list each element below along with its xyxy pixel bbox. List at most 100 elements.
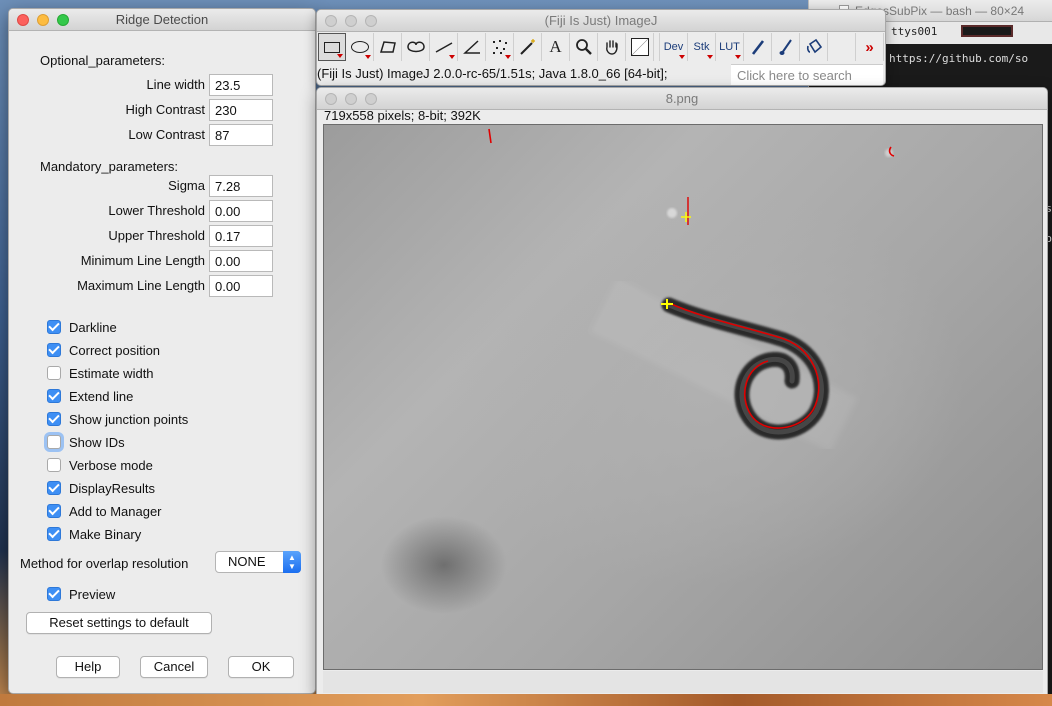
minimize-button[interactable] bbox=[345, 15, 357, 27]
verbose-mode-checkbox[interactable]: Verbose mode bbox=[47, 456, 153, 474]
rectangle-tool-icon[interactable] bbox=[318, 33, 346, 61]
junction-point-icon bbox=[681, 212, 691, 222]
cancel-button[interactable]: Cancel bbox=[140, 656, 208, 678]
checkbox-unchecked-icon bbox=[47, 458, 61, 472]
image-scroll-strip[interactable] bbox=[323, 671, 1043, 693]
high-contrast-input[interactable] bbox=[209, 99, 273, 121]
show-junction-points-checkbox[interactable]: Show junction points bbox=[47, 410, 188, 428]
checkbox-checked-icon bbox=[47, 587, 61, 601]
point-tool-icon[interactable] bbox=[486, 33, 514, 61]
display-results-checkbox[interactable]: DisplayResults bbox=[47, 479, 155, 497]
checkbox-checked-icon bbox=[47, 527, 61, 541]
dev-menu-icon[interactable]: Dev bbox=[660, 33, 688, 61]
blank-tool-icon[interactable] bbox=[828, 33, 856, 61]
oval-tool-icon[interactable] bbox=[346, 33, 374, 61]
image-window: 8.png 719x558 pixels; 8-bit; 392K bbox=[316, 87, 1048, 697]
minimum-line-length-input[interactable] bbox=[209, 250, 273, 272]
ridge-detection-dialog: Ridge Detection Optional_parameters: Lin… bbox=[8, 8, 316, 694]
wand-tool-icon[interactable] bbox=[514, 33, 542, 61]
sigma-input[interactable] bbox=[209, 175, 273, 197]
terminal-tab-block bbox=[961, 25, 1014, 37]
hand-tool-icon[interactable] bbox=[598, 33, 626, 61]
lower-threshold-input[interactable] bbox=[209, 200, 273, 222]
optional-parameters-heading: Optional_parameters: bbox=[40, 53, 166, 68]
zoom-button[interactable] bbox=[365, 15, 377, 27]
maximum-line-length-input[interactable] bbox=[209, 275, 273, 297]
angle-tool-icon[interactable] bbox=[458, 33, 486, 61]
close-button[interactable] bbox=[325, 15, 337, 27]
low-contrast-label: Low Contrast bbox=[128, 127, 205, 142]
brush-tool-icon[interactable] bbox=[772, 33, 800, 61]
checkbox-checked-icon bbox=[47, 504, 61, 518]
help-button[interactable]: Help bbox=[56, 656, 120, 678]
terminal-tab-label: ttys001 bbox=[891, 25, 938, 38]
lut-menu-icon[interactable]: LUT bbox=[716, 33, 744, 61]
detected-ridge-fragment bbox=[488, 128, 492, 144]
stk-menu-icon[interactable]: Stk bbox=[688, 33, 716, 61]
zoom-button[interactable] bbox=[57, 14, 69, 26]
more-tools-icon[interactable]: » bbox=[856, 33, 884, 61]
flood-fill-tool-icon[interactable] bbox=[800, 33, 828, 61]
add-to-manager-checkbox[interactable]: Add to Manager bbox=[47, 502, 162, 520]
dialog-titlebar: Ridge Detection bbox=[9, 9, 315, 31]
magnifier-tool-icon[interactable] bbox=[570, 33, 598, 61]
maximum-line-length-row: Maximum Line Length bbox=[9, 275, 309, 297]
preview-checkbox[interactable]: Preview bbox=[47, 585, 115, 603]
verbose-mode-label: Verbose mode bbox=[69, 457, 153, 473]
make-binary-checkbox[interactable]: Make Binary bbox=[47, 525, 141, 543]
imagej-title: (Fiji Is Just) ImageJ bbox=[544, 13, 658, 28]
show-ids-label: Show IDs bbox=[69, 434, 125, 450]
display-results-label: DisplayResults bbox=[69, 480, 155, 496]
minimize-button[interactable] bbox=[345, 93, 357, 105]
extend-line-checkbox[interactable]: Extend line bbox=[47, 387, 133, 405]
freehand-tool-icon[interactable] bbox=[402, 33, 430, 61]
sigma-label: Sigma bbox=[168, 178, 205, 193]
extend-line-label: Extend line bbox=[69, 388, 134, 404]
mandatory-parameters-heading: Mandatory_parameters: bbox=[40, 159, 179, 174]
line-tool-icon[interactable] bbox=[430, 33, 458, 61]
imagej-status-bar: (Fiji Is Just) ImageJ 2.0.0-rc-65/1.51s;… bbox=[317, 66, 668, 81]
checkbox-checked-icon bbox=[47, 343, 61, 357]
minimum-line-length-label: Minimum Line Length bbox=[80, 253, 205, 268]
low-contrast-input[interactable] bbox=[209, 124, 273, 146]
reset-defaults-button[interactable]: Reset settings to default bbox=[26, 612, 212, 634]
add-to-manager-label: Add to Manager bbox=[69, 503, 162, 519]
correct-position-checkbox[interactable]: Correct position bbox=[47, 341, 160, 359]
chevron-updown-icon: ▲ ▼ bbox=[283, 551, 301, 573]
ok-button[interactable]: OK bbox=[228, 656, 294, 678]
polygon-tool-icon[interactable] bbox=[374, 33, 402, 61]
line-width-row: Line width bbox=[9, 74, 309, 96]
imagej-titlebar: (Fiji Is Just) ImageJ bbox=[317, 10, 885, 32]
darkline-checkbox[interactable]: Darkline bbox=[47, 318, 117, 336]
lower-threshold-row: Lower Threshold bbox=[9, 200, 309, 222]
line-width-label: Line width bbox=[146, 77, 205, 92]
imagej-window: (Fiji Is Just) ImageJ A Dev Stk LUT » (F… bbox=[316, 9, 886, 86]
checkbox-checked-icon bbox=[47, 481, 61, 495]
preview-label: Preview bbox=[69, 586, 116, 602]
close-button[interactable] bbox=[325, 93, 337, 105]
show-junction-points-label: Show junction points bbox=[69, 411, 189, 427]
minimize-button[interactable] bbox=[37, 14, 49, 26]
overlap-method-label: Method for overlap resolution bbox=[20, 556, 189, 571]
upper-threshold-input[interactable] bbox=[209, 225, 273, 247]
desktop-wallpaper bbox=[0, 694, 1052, 706]
pencil-tool-icon[interactable] bbox=[744, 33, 772, 61]
text-tool-icon[interactable]: A bbox=[542, 33, 570, 61]
estimate-width-checkbox[interactable]: Estimate width bbox=[47, 364, 154, 382]
checkbox-checked-icon bbox=[47, 412, 61, 426]
close-button[interactable] bbox=[17, 14, 29, 26]
low-contrast-row: Low Contrast bbox=[9, 124, 309, 146]
sigma-row: Sigma bbox=[9, 175, 309, 197]
high-contrast-label: High Contrast bbox=[125, 102, 205, 117]
line-width-input[interactable] bbox=[209, 74, 273, 96]
high-contrast-row: High Contrast bbox=[9, 99, 309, 121]
image-canvas[interactable] bbox=[323, 124, 1043, 670]
overlap-method-select[interactable]: NONE ▲ ▼ bbox=[215, 551, 301, 573]
color-picker-icon[interactable] bbox=[626, 33, 654, 61]
zoom-button[interactable] bbox=[365, 93, 377, 105]
show-ids-checkbox[interactable]: Show IDs bbox=[47, 433, 125, 451]
terminal-url-text: https://github.com/so bbox=[889, 52, 1029, 65]
search-input[interactable]: Click here to search bbox=[731, 64, 883, 85]
image-info-text: 719x558 pixels; 8-bit; 392K bbox=[324, 108, 481, 123]
minimum-line-length-row: Minimum Line Length bbox=[9, 250, 309, 272]
